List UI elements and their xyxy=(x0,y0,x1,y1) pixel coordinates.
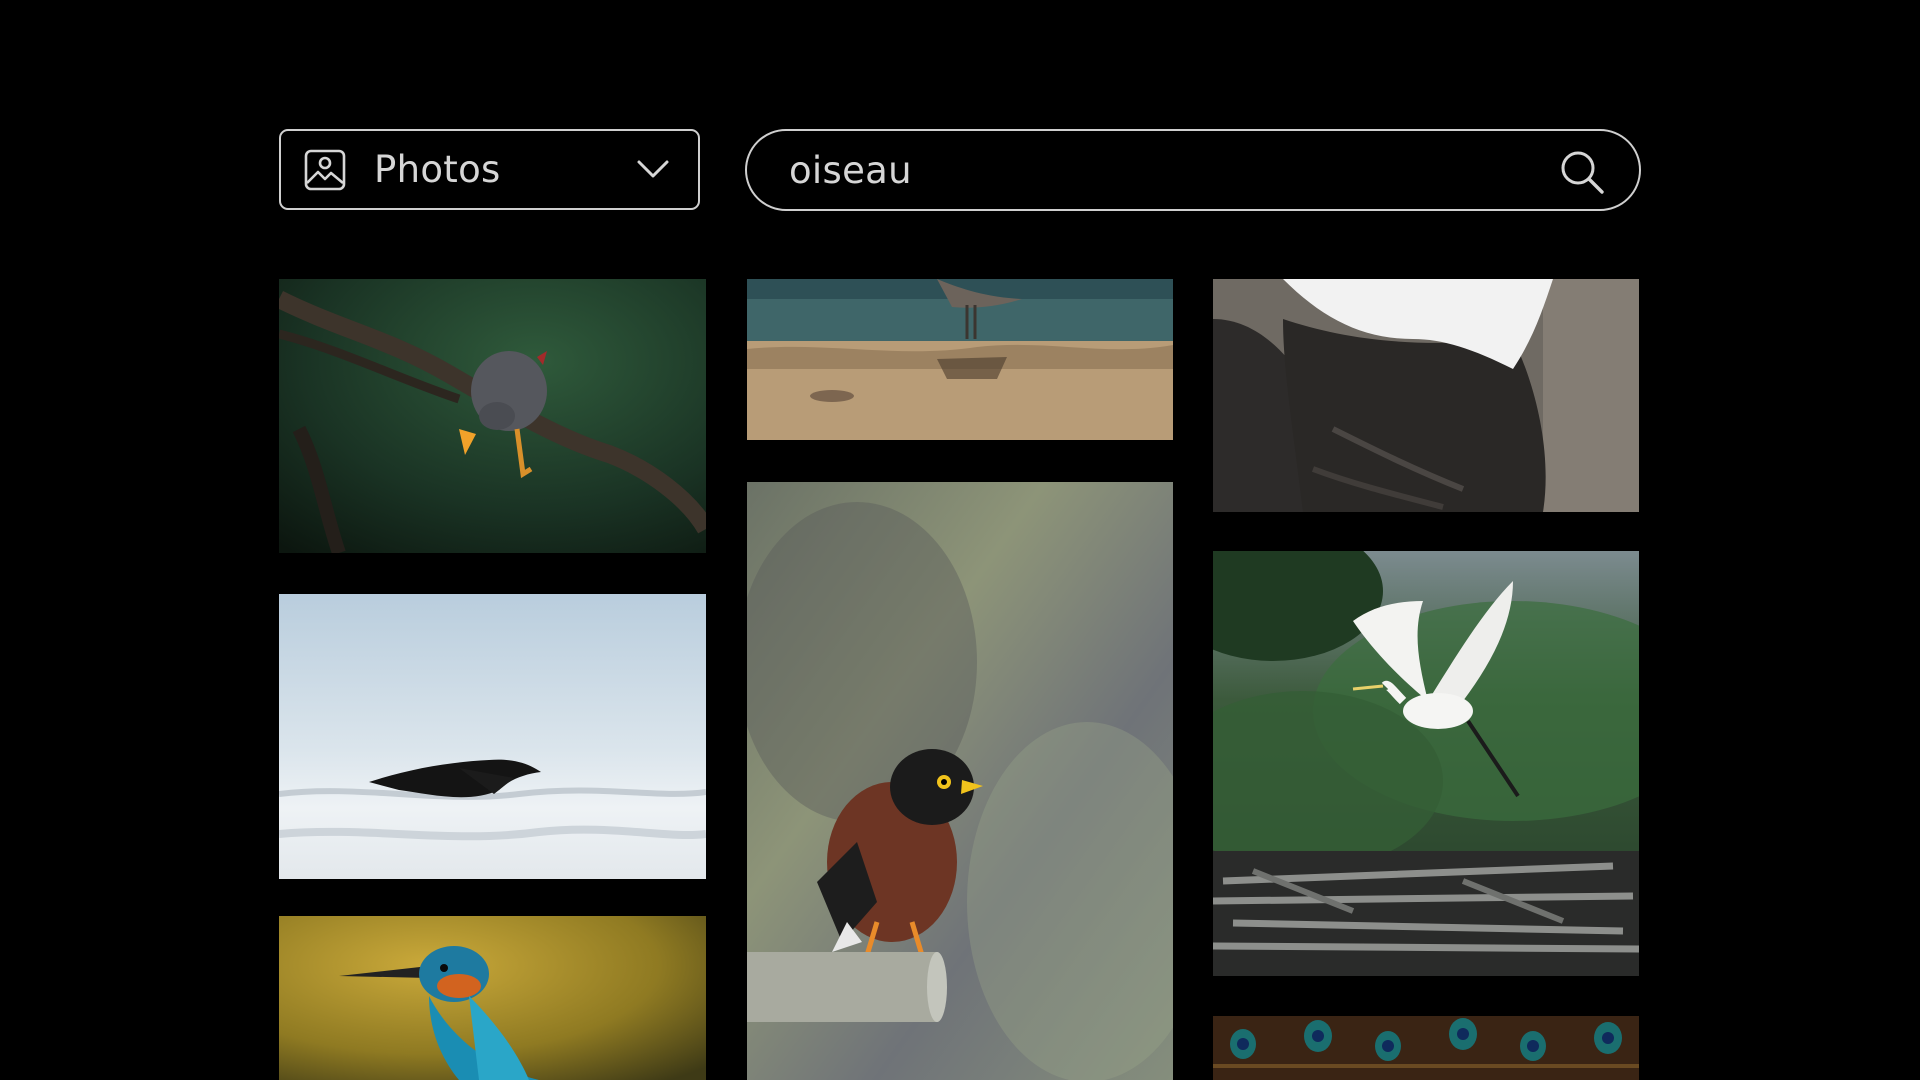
photo-result-egret-in-flight[interactable] xyxy=(1213,551,1639,976)
photo-result-kingfisher[interactable] xyxy=(279,916,706,1080)
photo-result-myna-on-perch[interactable] xyxy=(747,482,1173,1080)
media-type-dropdown[interactable]: Photos xyxy=(279,129,700,210)
search-icon[interactable] xyxy=(1559,149,1605,195)
photo-result-crow-over-sea[interactable] xyxy=(279,594,706,879)
search-field[interactable] xyxy=(745,129,1641,211)
image-icon xyxy=(304,149,346,190)
photo-result-seagull-on-beach[interactable] xyxy=(747,279,1173,440)
chevron-down-icon xyxy=(637,160,669,178)
photo-result-bald-eagle[interactable] xyxy=(1213,279,1639,512)
media-type-label: Photos xyxy=(374,148,501,191)
photo-result-gray-bird-on-vine[interactable] xyxy=(279,279,706,553)
photo-result-peacock-feathers[interactable] xyxy=(1213,1016,1639,1080)
search-input[interactable] xyxy=(789,148,1509,192)
search-results-page: Photos xyxy=(0,0,1920,1080)
